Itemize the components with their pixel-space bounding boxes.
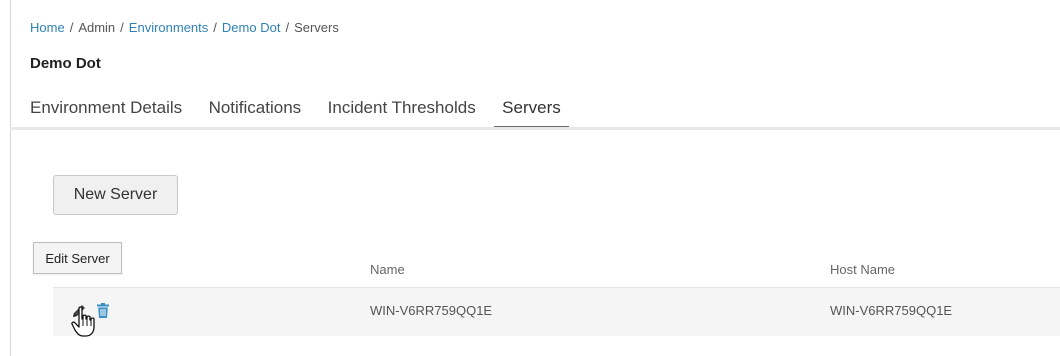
breadcrumb-environments-link[interactable]: Environments bbox=[129, 20, 208, 35]
tab-bar-divider bbox=[10, 127, 1060, 130]
page-title: Demo Dot bbox=[30, 55, 101, 72]
tab-bar: Environment Details Notifications Incide… bbox=[30, 98, 575, 129]
breadcrumb-admin: Admin bbox=[78, 20, 116, 35]
column-header-name[interactable]: Name bbox=[370, 262, 405, 277]
breadcrumb-separator: / bbox=[120, 20, 124, 35]
breadcrumb-home-link[interactable]: Home bbox=[30, 20, 65, 35]
edit-server-tooltip: Edit Server bbox=[33, 242, 122, 274]
new-server-button[interactable]: New Server bbox=[53, 175, 178, 215]
tab-notifications[interactable]: Notifications bbox=[201, 98, 310, 126]
pencil-icon[interactable] bbox=[70, 302, 88, 320]
table-row: WIN-V6RR759QQ1E WIN-V6RR759QQ1E bbox=[53, 288, 1060, 336]
column-header-host-name[interactable]: Host Name bbox=[830, 262, 895, 277]
tab-servers[interactable]: Servers bbox=[494, 98, 569, 129]
tab-environment-details[interactable]: Environment Details bbox=[30, 98, 190, 126]
trash-icon[interactable] bbox=[97, 303, 109, 318]
tab-incident-thresholds[interactable]: Incident Thresholds bbox=[320, 98, 484, 126]
row-actions bbox=[70, 300, 120, 324]
breadcrumb-separator: / bbox=[285, 20, 290, 35]
breadcrumb-current: Servers bbox=[294, 20, 339, 35]
server-name-cell: WIN-V6RR759QQ1E bbox=[370, 303, 493, 318]
breadcrumb-separator: / bbox=[69, 20, 74, 35]
server-host-name-cell: WIN-V6RR759QQ1E bbox=[830, 303, 953, 318]
breadcrumb: Home / Admin / Environments / Demo Dot / Servers bbox=[30, 20, 339, 35]
breadcrumb-separator: / bbox=[213, 20, 217, 35]
breadcrumb-environment-link[interactable]: Demo Dot bbox=[222, 20, 281, 35]
